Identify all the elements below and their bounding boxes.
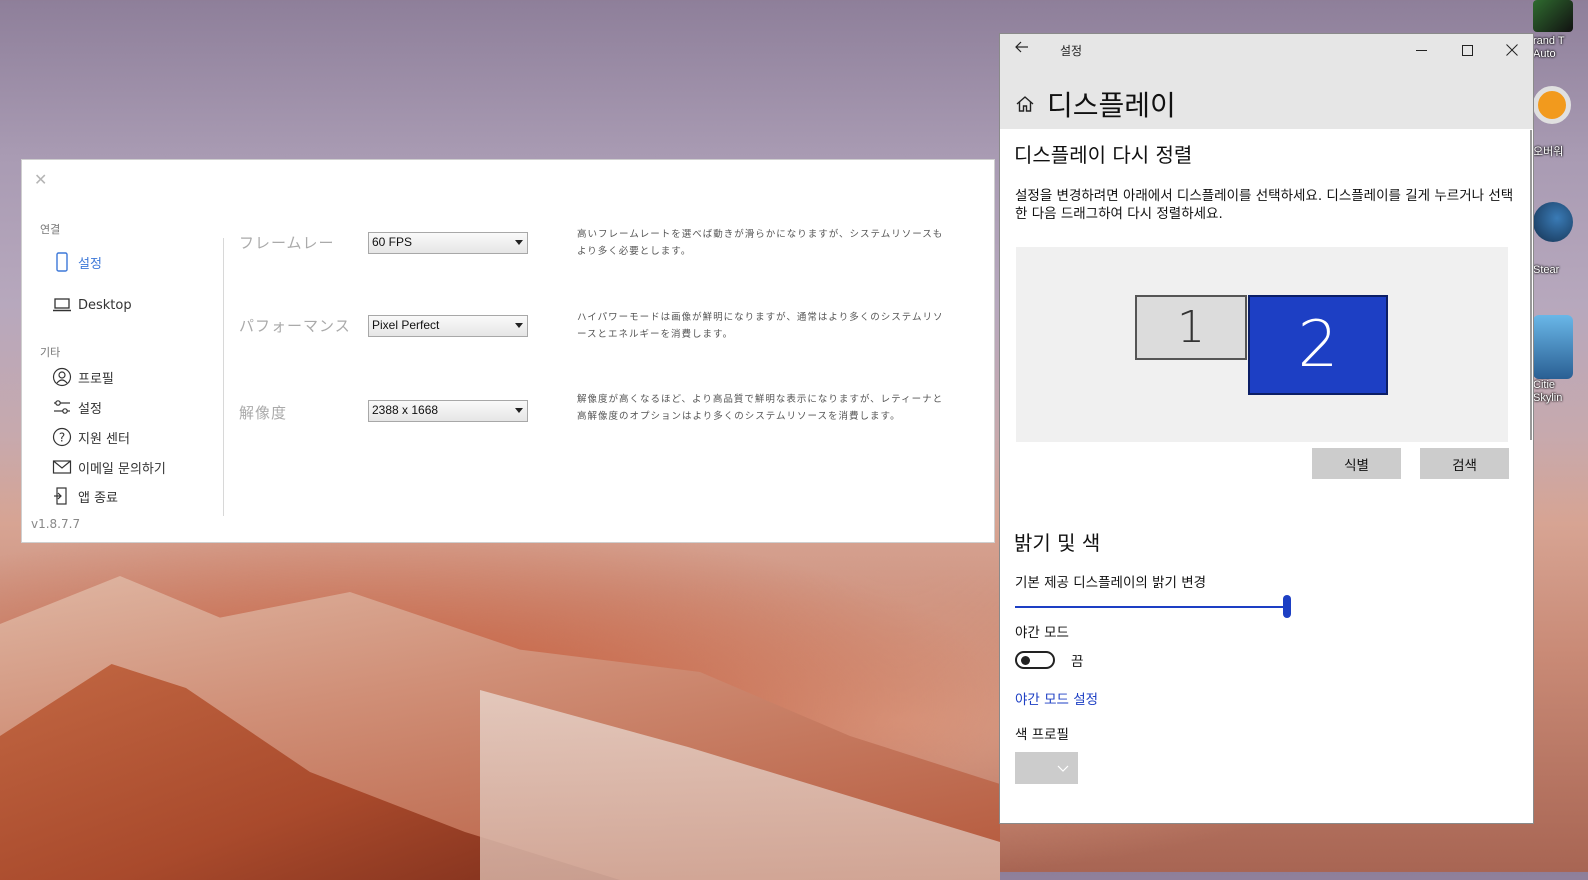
minimize-icon [1415,49,1427,51]
performance-value: Pixel Perfect [372,318,440,332]
sidebar-divider [223,238,224,516]
sidebar-item-preferences[interactable]: 설정 [52,397,102,417]
desktop-icon-overwatch[interactable]: 오버워 [1533,86,1588,159]
sidebar-item-settings[interactable]: 설정 [52,252,102,272]
sidebar-item-exit-app[interactable]: 앱 종료 [52,486,118,506]
performance-description: ハイパワーモードは画像が鮮明になりますが、通常はより多くのシステムリソースとエネ… [577,312,944,340]
profile-icon [52,367,72,387]
sidebar-item-desktop[interactable]: Desktop [52,295,132,315]
desktop-icon-label: 오버워 [1533,146,1564,158]
desktop-icon-steam[interactable]: Stear [1533,202,1588,277]
desktop-icon-label: rand T Auto [1533,35,1565,60]
identify-button[interactable]: 식별 [1312,448,1401,479]
monitor-1[interactable]: 1 [1135,295,1247,360]
dropdown-arrow-icon [515,323,523,328]
page-header: 디스플레이 [1000,66,1533,129]
desktop-icon-gta[interactable]: rand T Auto [1533,0,1588,61]
app-version: v1.8.7.7 [31,517,81,531]
monitor-2[interactable]: 2 [1248,295,1388,395]
sidebar-item-label: 이메일 문의하기 [78,461,166,477]
framerate-description: 高いフレームレートを選べば動きが滑らかになりますが、システムリソースもより多く必… [577,229,944,257]
framerate-select[interactable]: 60 FPS [368,232,528,254]
settings-window: 설정 디스플레이 디스플레이 다시 정렬 설정을 변경하려면 아래에서 디스플레… [999,33,1534,824]
window-title: 설정 [1060,44,1083,58]
color-profile-select[interactable] [1015,752,1078,784]
help-icon: ? [52,427,72,447]
night-mode-state: 끔 [1071,654,1084,670]
resolution-value: 2388 x 1668 [372,403,439,417]
arrange-description: 설정을 변경하려면 아래에서 디스플레이를 선택하세요. 디스플레이를 길게 누… [1015,188,1514,222]
sliders-icon [54,400,70,414]
back-arrow-icon[interactable] [1014,39,1030,59]
tablet-icon [56,252,68,272]
sidebar-item-email-inquiry[interactable]: 이메일 문의하기 [52,457,166,477]
performance-label: パフォーマンス [239,317,351,335]
framerate-value: 60 FPS [372,235,413,249]
sidebar-item-profile[interactable]: 프로필 [52,367,114,387]
night-mode-settings-link[interactable]: 야간 모드 설정 [1015,688,1098,708]
sidebar-item-label: 앱 종료 [78,490,119,506]
maximize-button[interactable] [1444,34,1490,66]
overwatch-icon [1533,86,1571,124]
sidebar-item-label: 프로필 [78,371,114,387]
laptop-icon [53,298,71,312]
resolution-description: 解像度が高くなるほど、より高品質で鮮明な表示になりますが、レティーナと高解像度の… [577,394,944,422]
steam-icon [1533,202,1573,242]
night-mode-toggle[interactable] [1015,651,1055,669]
sidebar-section-connection: 연결 [40,223,61,236]
home-icon[interactable] [1015,94,1035,114]
exit-icon [54,487,67,505]
minimize-button[interactable] [1398,34,1444,66]
title-bar[interactable]: 설정 [1000,34,1533,66]
resolution-label: 解像度 [239,404,288,422]
svg-text:?: ? [59,431,65,445]
performance-select[interactable]: Pixel Perfect [368,315,528,337]
sidebar-item-label: 설정 [78,401,102,417]
mail-icon [52,460,72,474]
dropdown-arrow-icon [515,408,523,413]
app-window: ✕ 연결 설정 Desktop 기타 프로필 설정 ? 지원 센터 이메일 문의… [22,160,994,542]
sidebar-item-support-center[interactable]: ? 지원 센터 [52,427,130,447]
gta-icon [1533,0,1573,32]
desktop-icon-label: Citie Skylin [1533,379,1563,404]
desktop-icon-cities-skylines[interactable]: Citie Skylin [1533,315,1588,405]
cities-skylines-icon [1533,315,1573,379]
framerate-label: フレームレー [239,234,335,252]
arrange-heading: 디스플레이 다시 정렬 [1014,143,1193,167]
sidebar-item-label: Desktop [78,297,132,313]
scrollbar[interactable] [1530,130,1532,440]
display-arrangement-area[interactable]: 1 2 [1016,247,1508,442]
brightness-label: 기본 제공 디스플레이의 밝기 변경 [1015,575,1207,591]
chevron-down-icon [1057,765,1069,772]
toggle-knob [1021,656,1030,665]
resolution-select[interactable]: 2388 x 1668 [368,400,528,422]
sidebar-section-other: 기타 [40,346,61,359]
color-profile-label: 색 프로필 [1015,727,1069,743]
desktop-icon-label: Stear [1533,264,1560,276]
close-button[interactable] [1489,34,1533,66]
brightness-slider-track[interactable] [1015,606,1289,608]
detect-button[interactable]: 검색 [1420,448,1509,479]
brightness-heading: 밝기 및 색 [1014,531,1101,555]
close-icon[interactable]: ✕ [34,170,47,189]
night-mode-label: 야간 모드 [1015,625,1069,641]
maximize-icon [1461,44,1473,56]
dropdown-arrow-icon [515,240,523,245]
close-icon [1506,44,1518,56]
page-title: 디스플레이 [1047,89,1176,122]
sidebar-item-label: 지원 센터 [78,431,130,447]
sidebar-item-label: 설정 [78,256,102,272]
brightness-slider-thumb[interactable] [1283,595,1291,618]
